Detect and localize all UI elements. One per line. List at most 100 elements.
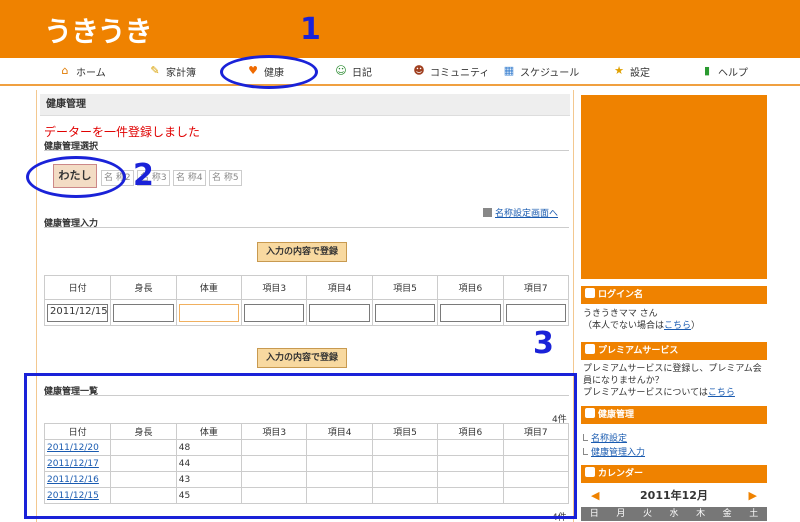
item7-input[interactable]: [505, 303, 566, 322]
calendar-title: カレンダー: [598, 469, 644, 479]
annotation-number-3: 3: [533, 326, 554, 361]
help-icon: ▮: [703, 64, 711, 77]
health-title: 健康管理: [598, 410, 635, 420]
nav-item-community[interactable]: ☻ コミュニティ: [412, 58, 489, 84]
column-header: 身長: [110, 275, 177, 300]
table-header-row: 日付 身長 体重 項目3 項目4 項目5 項目6 項目7: [43, 275, 570, 300]
next-month-icon[interactable]: ▶: [749, 489, 757, 502]
pencil-icon: ✎: [150, 64, 160, 77]
ad-banner[interactable]: [581, 95, 767, 279]
column-header: 日付: [43, 275, 112, 300]
name-tab[interactable]: 名 称4: [173, 170, 206, 186]
calendar-icon: ▦: [503, 64, 515, 77]
annotation-rect-list: [24, 373, 577, 519]
column-header: 体重: [175, 275, 243, 300]
column-header: 項目4: [306, 275, 373, 300]
input-row: 2011/12/15: [43, 299, 570, 326]
logo[interactable]: うきうき: [44, 10, 152, 50]
nav-label: スケジュール: [520, 67, 580, 79]
column-header: 項目5: [371, 275, 439, 300]
nav-label: 設定: [630, 67, 650, 79]
weekday: 水: [669, 509, 679, 519]
premium-link[interactable]: こちら: [708, 388, 735, 398]
height-input[interactable]: [113, 303, 174, 322]
bullet-icon: [583, 434, 588, 441]
nav-item-help[interactable]: ▮ ヘルプ: [700, 58, 748, 84]
input-cell: [437, 299, 504, 326]
nav-label: コミュニティ: [430, 67, 490, 79]
star-icon: ★: [614, 64, 624, 77]
premium-about: プレミアムサービスについてはこちら: [583, 387, 769, 399]
premium-text: プレミアムサービスに登録し、プレミアム会員になりませんか？: [583, 364, 762, 386]
person-icon: ☺: [335, 64, 347, 77]
sidebar-link[interactable]: 名称設定: [583, 431, 627, 444]
premium-about-prefix: プレミアムサービスについては: [583, 388, 708, 398]
calendar-header: カレンダー: [581, 465, 767, 483]
name-tab[interactable]: 名 称5: [209, 170, 242, 186]
nav-label: ヘルプ: [718, 67, 748, 79]
calendar-month-bar: ◀ 2011年12月 ▶: [581, 485, 767, 505]
input-cell: [306, 299, 373, 326]
people-icon: ☻: [413, 64, 425, 77]
health-header: 健康管理: [581, 406, 767, 424]
divider: [44, 150, 569, 151]
premium-icon: [585, 344, 595, 354]
date-input[interactable]: 2011/12/15: [47, 303, 109, 322]
nav-item-home[interactable]: ⌂ ホーム: [58, 58, 106, 84]
weekday: 金: [722, 509, 732, 519]
arrow-icon: [483, 208, 492, 217]
nav-item-schedule[interactable]: ▦ スケジュール: [502, 58, 580, 84]
nav-item-diary[interactable]: ☺ 日記: [334, 58, 372, 84]
item4-input[interactable]: [309, 303, 370, 322]
weekday: 火: [642, 509, 652, 519]
divider: [44, 227, 569, 228]
not-you-suffix: ）: [691, 321, 701, 331]
input-cell: [175, 299, 243, 326]
calendar-icon: [585, 467, 595, 477]
nav-label: ホーム: [76, 67, 106, 79]
prev-month-icon[interactable]: ◀: [591, 489, 599, 502]
success-message: データーを一件登録しました: [44, 125, 201, 139]
nav-label: 家計簿: [166, 67, 196, 79]
input-cell: [110, 299, 177, 326]
annotation-number-2: 2: [133, 158, 154, 193]
calendar-weekdays: 日 月 火 水 木 金 土: [581, 507, 767, 521]
input-cell: [371, 299, 439, 326]
weekday: 日: [589, 509, 599, 519]
name-settings-link[interactable]: 名称設定: [591, 434, 627, 444]
input-table: 日付 身長 体重 項目3 項目4 項目5 項目6 項目7 2011/12/15: [43, 275, 570, 326]
nav-item-settings[interactable]: ★ 設定: [612, 58, 650, 84]
weekday: 土: [749, 509, 759, 519]
nav-item-household[interactable]: ✎ 家計簿: [148, 58, 196, 84]
submit-button-bottom[interactable]: 入力の内容で登録: [257, 348, 348, 368]
weekday: 月: [616, 509, 626, 519]
input-cell: [241, 299, 308, 326]
nav-label: 日記: [352, 67, 372, 79]
lock-icon: [585, 288, 595, 298]
sidebar: ログイン名 うきうきママ さん （本人でない場合はこちら） プレミアムサービス …: [578, 90, 768, 522]
home-icon: ⌂: [61, 64, 69, 77]
header: うきうき: [0, 0, 800, 58]
health-icon: [585, 408, 595, 418]
input-cell: [502, 299, 570, 326]
main-nav: ⌂ ホーム ✎ 家計簿 ♥ 健康 ☺ 日記 ☻ コミュニティ ▦ スケジュール …: [0, 58, 800, 86]
input-cell: 2011/12/15: [43, 299, 112, 326]
sidebar-link[interactable]: 健康管理入力: [583, 445, 645, 458]
annotation-oval-health: [220, 55, 318, 89]
login-not-you: （本人でない場合はこちら）: [583, 320, 769, 332]
health-input-link[interactable]: 健康管理入力: [591, 448, 645, 458]
item3-input[interactable]: [244, 303, 305, 322]
weight-input[interactable]: [178, 303, 240, 322]
settings-link-text[interactable]: 名称設定画面へ: [495, 209, 558, 219]
login-name: うきうきママ さん: [583, 309, 658, 319]
settings-link[interactable]: 名称設定画面へ: [483, 206, 558, 219]
item6-input[interactable]: [440, 303, 501, 322]
page-title: 健康管理: [40, 94, 570, 116]
bullet-icon: [583, 448, 588, 455]
submit-button-top[interactable]: 入力の内容で登録: [257, 242, 348, 262]
premium-title: プレミアムサービス: [598, 346, 679, 356]
not-you-link[interactable]: こちら: [664, 321, 691, 331]
column-header: 項目7: [502, 275, 570, 300]
item5-input[interactable]: [374, 303, 436, 322]
login-header: ログイン名: [581, 286, 767, 304]
